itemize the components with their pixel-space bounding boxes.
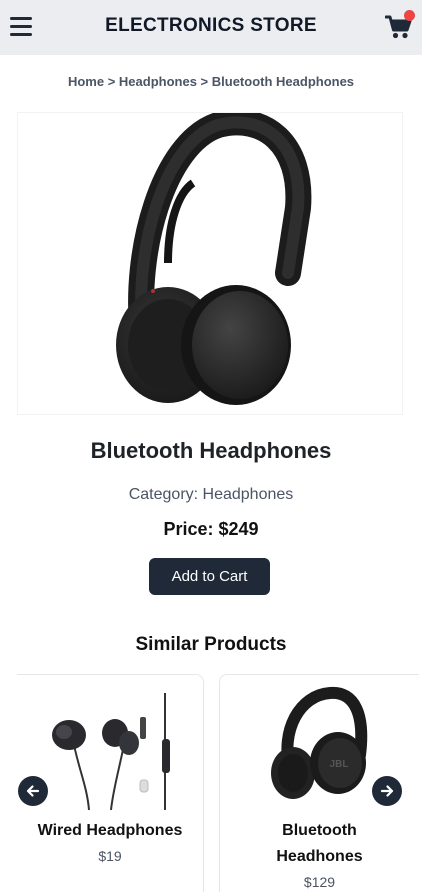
add-to-cart-button[interactable]: Add to Cart [149, 558, 270, 595]
product-title: Bluetooth Headphones [90, 438, 332, 463]
cart-badge [404, 10, 415, 21]
store-title: ELECTRONICS STORE [105, 15, 317, 36]
breadcrumb-separator: > [200, 74, 209, 89]
arrow-left-icon [26, 785, 40, 797]
product-price: Price: $249 [163, 519, 259, 539]
arrow-right-icon [380, 785, 394, 797]
similar-product-price: $129 [303, 874, 336, 890]
breadcrumb-home[interactable]: Home [68, 74, 104, 89]
breadcrumb-separator: > [107, 74, 116, 89]
breadcrumb-current: Bluetooth Headphones [211, 74, 355, 89]
breadcrumb: Home > Headphones > Bluetooth Headphones [0, 74, 422, 89]
breadcrumb-headphones[interactable]: Headphones [119, 74, 197, 89]
similar-product-name: Bluetooth Headhones [276, 822, 363, 865]
product-image [17, 112, 403, 415]
svg-text:JBL: JBL [330, 759, 349, 770]
similar-product-name: Wired Headphones [37, 822, 183, 839]
similar-product-price: $19 [98, 848, 122, 864]
top-bar: ELECTRONICS STORE [0, 0, 422, 55]
product-category: Category: Headphones [128, 486, 294, 503]
carousel-next-button[interactable] [372, 776, 402, 806]
carousel-prev-button[interactable] [18, 776, 48, 806]
similar-products-heading: Similar Products [135, 634, 287, 655]
